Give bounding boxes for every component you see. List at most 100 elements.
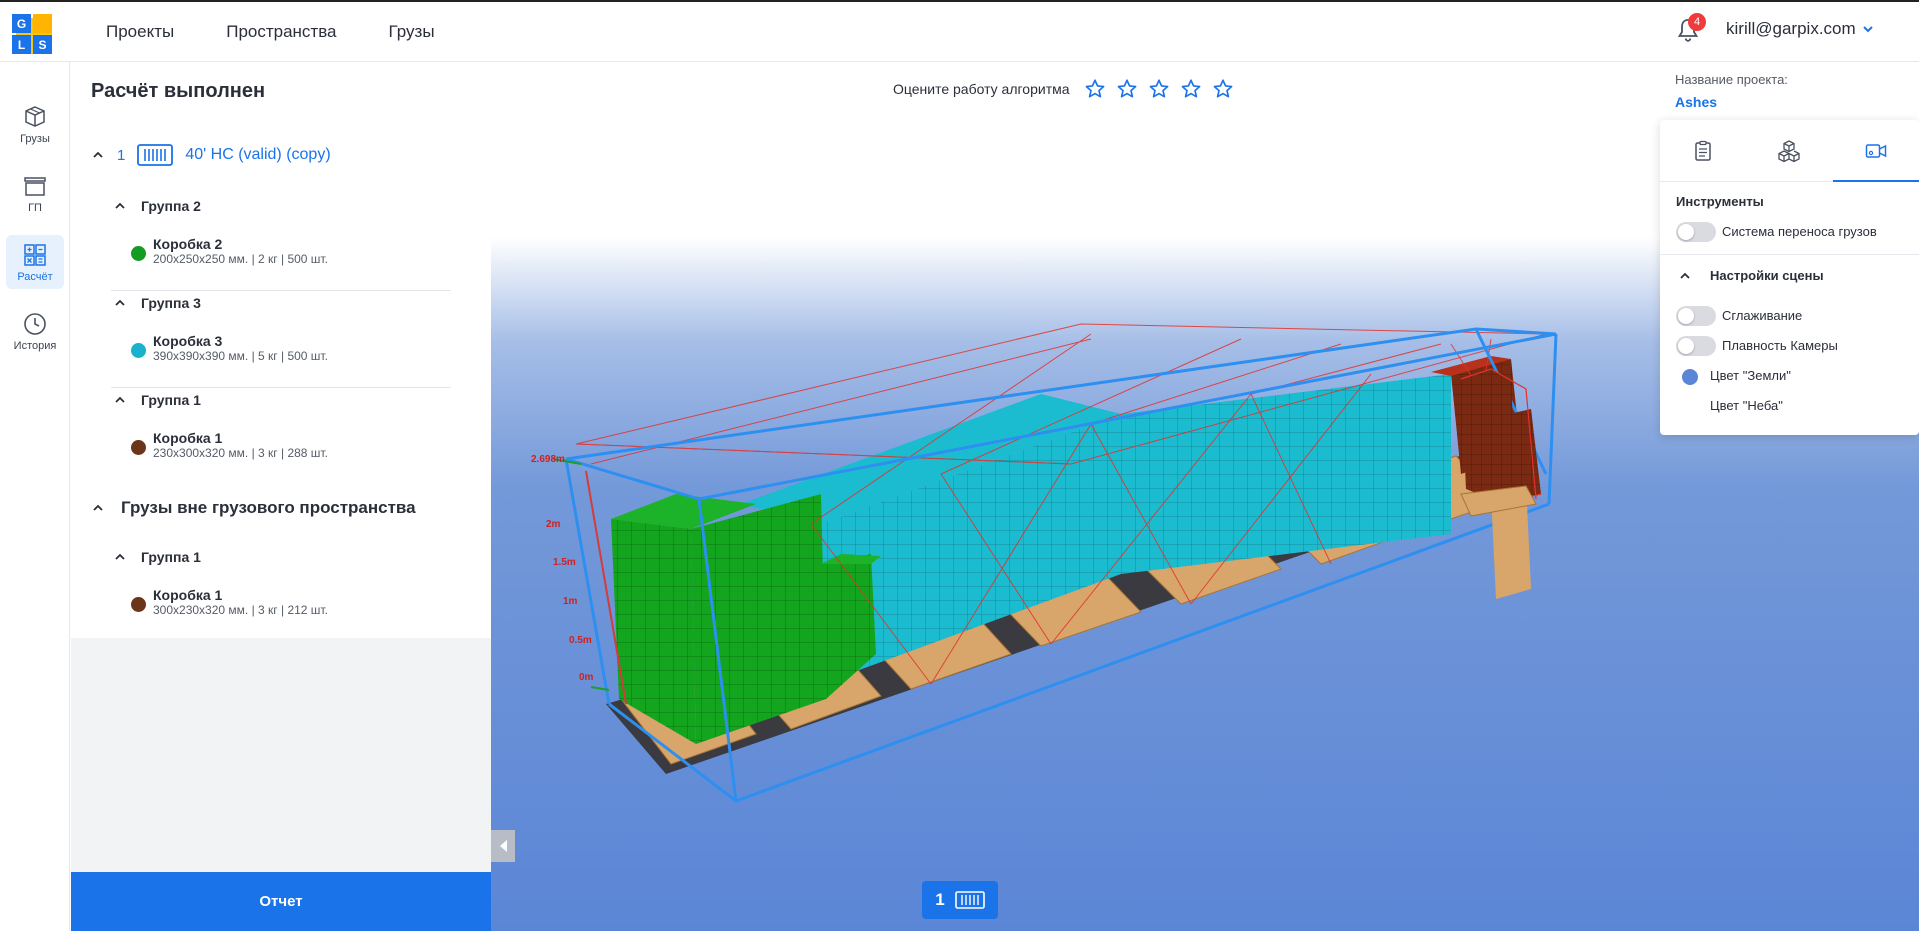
gls-logo[interactable]: G L S (12, 14, 54, 56)
top-header: G L S Проекты Пространства Грузы (0, 0, 1919, 62)
sidebar-item-label: История (13, 339, 57, 352)
star-icon[interactable] (1148, 78, 1170, 100)
cargo-color-dot (131, 246, 146, 261)
collapse-panel-button[interactable] (491, 830, 515, 862)
sidebar-item-label: Расчёт (17, 270, 53, 283)
cargo-transfer-toggle[interactable] (1676, 222, 1716, 242)
item-name: Коробка 1 (153, 430, 223, 446)
group-name: Группа 3 (141, 295, 201, 311)
divider (111, 387, 451, 388)
chevron-up-icon[interactable] (113, 199, 127, 213)
user-email: kirill@garpix.com (1726, 19, 1856, 38)
camera-smooth-label: Плавность Камеры (1722, 338, 1838, 353)
star-icon[interactable] (1212, 78, 1234, 100)
container-name[interactable]: 40' HC (valid) (copy) (185, 146, 330, 164)
sidebar-item-gp[interactable]: ГП (6, 166, 64, 220)
nav-cargo[interactable]: Грузы (389, 22, 435, 42)
outside-section-title: Грузы вне грузового пространства (121, 498, 416, 517)
divider (1660, 254, 1919, 255)
logo-letter: G (17, 17, 26, 31)
icon-sidebar: Грузы ГП Расчёт История (0, 62, 70, 931)
tab-camera[interactable] (1832, 120, 1919, 182)
item-name: Коробка 3 (153, 333, 223, 349)
report-button[interactable]: Отчет (71, 872, 491, 931)
tab-cargo-3d[interactable] (1746, 120, 1832, 181)
sidebar-item-cargo[interactable]: Грузы (6, 97, 64, 151)
rating-label: Оцените работу алгоритма (893, 81, 1070, 97)
group-row[interactable]: Группа 2 (113, 198, 201, 214)
group-name: Группа 1 (141, 549, 201, 565)
tab-report[interactable] (1660, 120, 1746, 181)
chevron-up-icon[interactable] (113, 296, 127, 310)
smoothing-toggle[interactable] (1676, 306, 1716, 326)
calc-result-panel: 1 40' HC (valid) (copy) Группа 2 Коробка… (71, 124, 491, 638)
settings-tabs (1660, 120, 1919, 182)
outside-section-row[interactable]: Грузы вне грузового пространства (91, 498, 416, 518)
item-name: Коробка 2 (153, 236, 223, 252)
ground-color-swatch[interactable] (1682, 369, 1698, 385)
user-menu[interactable]: kirill@garpix.com (1726, 19, 1874, 39)
divider (111, 290, 451, 291)
sidebar-item-calc[interactable]: Расчёт (6, 235, 64, 289)
container-icon (137, 144, 174, 166)
ruler-label: 0.5m (569, 635, 592, 646)
sidebar-item-history[interactable]: История (6, 304, 64, 358)
star-icon[interactable] (1180, 78, 1202, 100)
logo-letter: L (18, 38, 25, 52)
list-item[interactable]: Коробка 1 230x300x320 мм. | 3 кг | 288 ш… (131, 430, 328, 460)
clipboard-icon (1695, 140, 1711, 161)
ruler-label: 0m (579, 672, 594, 683)
project-name[interactable]: Ashes (1675, 94, 1717, 110)
nav-spaces[interactable]: Пространства (226, 22, 336, 42)
ruler-label: 2.698m (531, 454, 565, 465)
scene-settings-header[interactable]: Настройки сцены (1678, 268, 1824, 283)
chevron-up-icon[interactable] (1678, 269, 1692, 283)
camera-icon (1865, 143, 1887, 158)
panel-empty-area (71, 638, 491, 872)
sidebar-item-label: Грузы (20, 132, 50, 145)
container-icon (24, 176, 46, 196)
list-item[interactable]: Коробка 3 390x390x390 мм. | 5 кг | 500 ш… (131, 333, 328, 363)
container-tab-number: 1 (935, 890, 945, 909)
main-nav: Проекты Пространства Грузы (106, 2, 435, 62)
scene-settings-title: Настройки сцены (1710, 268, 1824, 283)
item-meta: 200x250x250 мм. | 2 кг | 500 шт. (153, 252, 328, 266)
boxes-icon (1778, 139, 1801, 162)
cargo-color-dot (131, 440, 146, 455)
logo-letter: S (38, 38, 46, 52)
camera-smooth-toggle[interactable] (1676, 336, 1716, 356)
cargo-color-dot (131, 343, 146, 358)
list-item[interactable]: Коробка 1 300x230x320 мм. | 3 кг | 212 ш… (131, 587, 328, 617)
group-name: Группа 2 (141, 198, 201, 214)
item-meta: 230x300x320 мм. | 3 кг | 288 шт. (153, 446, 328, 460)
ruler-label: 1.5m (553, 557, 576, 568)
group-row[interactable]: Группа 1 (113, 392, 201, 408)
item-meta: 300x230x320 мм. | 3 кг | 212 шт. (153, 603, 328, 617)
notification-badge: 4 (1688, 13, 1706, 31)
boxes-icon (25, 105, 45, 127)
group-row[interactable]: Группа 3 (113, 295, 201, 311)
sidebar-item-label: ГП (28, 201, 42, 214)
container-row[interactable]: 1 40' HC (valid) (copy) (91, 144, 331, 166)
chevron-up-icon[interactable] (113, 393, 127, 407)
chevron-down-icon (1862, 26, 1873, 33)
chevron-up-icon[interactable] (113, 550, 127, 564)
chevron-up-icon[interactable] (91, 148, 105, 162)
container-number: 1 (117, 146, 126, 164)
star-icon[interactable] (1084, 78, 1106, 100)
group-name: Группа 1 (141, 392, 201, 408)
smoothing-label: Сглаживание (1722, 308, 1803, 323)
star-icon[interactable] (1116, 78, 1138, 100)
list-item[interactable]: Коробка 2 200x250x250 мм. | 2 кг | 500 ш… (131, 236, 328, 266)
sky-color-label[interactable]: Цвет "Неба" (1710, 398, 1783, 413)
cargo-transfer-label: Система переноса грузов (1722, 224, 1877, 239)
group-row[interactable]: Группа 1 (113, 549, 201, 565)
item-name: Коробка 1 (153, 587, 223, 603)
nav-projects[interactable]: Проекты (106, 22, 174, 42)
tools-title: Инструменты (1676, 194, 1764, 209)
scene-settings-panel: Инструменты Система переноса грузов Наст… (1660, 120, 1919, 435)
chevron-up-icon[interactable] (91, 501, 105, 515)
ground-color-label: Цвет "Земли" (1710, 368, 1791, 383)
container-icon (954, 891, 985, 909)
container-tab[interactable]: 1 (922, 881, 998, 919)
